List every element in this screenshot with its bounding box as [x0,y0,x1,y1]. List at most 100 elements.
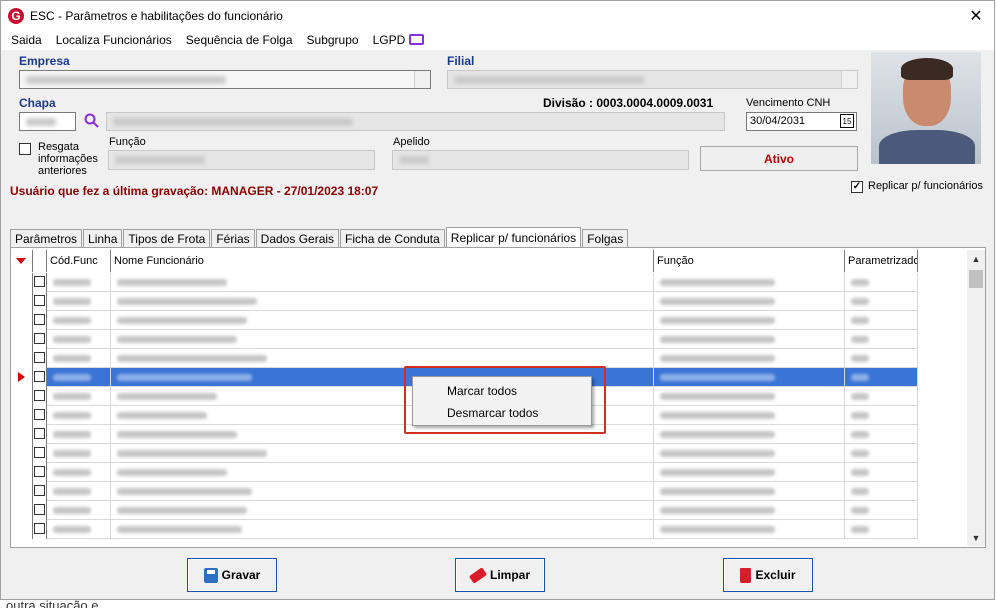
row-checkbox[interactable] [34,504,45,515]
row-checkbox-cell[interactable] [33,520,47,539]
tab-ficha-de-conduta[interactable]: Ficha de Conduta [340,229,445,247]
row-checkbox[interactable] [34,428,45,439]
filial-select[interactable]: ▼ [447,70,858,89]
row-checkbox-cell[interactable] [33,501,47,520]
row-checkbox[interactable] [34,371,45,382]
row-indicator[interactable] [11,520,33,539]
empresa-select[interactable]: ▼ [19,70,431,89]
chevron-down-icon[interactable]: ▼ [414,71,430,88]
row-checkbox-cell[interactable] [33,273,47,292]
table-row[interactable] [11,330,918,349]
scroll-down-icon[interactable]: ▼ [967,529,985,546]
table-row[interactable] [11,311,918,330]
excluir-button[interactable]: Excluir [723,558,813,592]
cell-cod-func [47,387,111,406]
context-item-desmarcar-todos[interactable]: Desmarcar todos [413,403,591,423]
cell-parametrizado [845,368,918,387]
row-indicator[interactable] [11,273,33,292]
menu-localiza-funcionarios[interactable]: Localiza Funcionários [56,33,172,47]
tab-replicar[interactable]: Replicar p/ funcionários [445,227,582,248]
menu-lgpd[interactable]: LGPD [373,33,425,47]
close-button[interactable]: ✕ [966,6,986,26]
row-checkbox[interactable] [34,523,45,534]
vencimento-cnh-input[interactable]: 30/04/2031 15 [746,112,857,131]
row-checkbox[interactable] [34,447,45,458]
table-row[interactable] [11,292,918,311]
chevron-down-icon[interactable]: ▼ [841,71,857,88]
column-nome-funcionario[interactable]: Nome Funcionário [111,250,654,272]
row-indicator[interactable] [11,425,33,444]
resgata-checkbox[interactable] [19,143,31,155]
vencimento-cnh-label: Vencimento CNH [746,97,831,109]
row-indicator[interactable] [11,482,33,501]
chapa-input[interactable] [19,112,76,131]
status-ativo-button[interactable]: Ativo [700,146,858,171]
row-checkbox[interactable] [34,390,45,401]
column-cod-func[interactable]: Cód.Func [47,250,111,272]
gravar-button[interactable]: Gravar [187,558,277,592]
tab-linha[interactable]: Linha [83,229,123,247]
row-checkbox-cell[interactable] [33,463,47,482]
redacted-value [53,279,91,286]
row-checkbox[interactable] [34,466,45,477]
scroll-thumb[interactable] [969,270,983,288]
tab-folgas[interactable]: Folgas [582,229,629,247]
row-indicator[interactable] [11,368,33,387]
row-checkbox[interactable] [34,485,45,496]
table-row[interactable] [11,482,918,501]
row-indicator[interactable] [11,444,33,463]
tab-dados-gerais[interactable]: Dados Gerais [255,229,340,247]
tab-tipos-de-frota[interactable]: Tipos de Frota [123,229,211,247]
row-checkbox-cell[interactable] [33,444,47,463]
menu-saida[interactable]: Saida [11,33,42,47]
tab-parametros[interactable]: Parâmetros [10,229,83,247]
calendar-icon[interactable]: 15 [840,114,854,128]
row-checkbox-cell[interactable] [33,387,47,406]
row-indicator[interactable] [11,292,33,311]
row-checkbox[interactable] [34,352,45,363]
redacted-value [399,156,429,164]
cell-nome-funcionario [111,444,654,463]
row-checkbox[interactable] [34,314,45,325]
row-checkbox-cell[interactable] [33,330,47,349]
table-row[interactable] [11,501,918,520]
menu-sequencia-de-folga[interactable]: Sequência de Folga [186,33,293,47]
row-checkbox-cell[interactable] [33,425,47,444]
row-checkbox-cell[interactable] [33,292,47,311]
cell-parametrizado [845,406,918,425]
check-column-header[interactable] [33,250,47,272]
row-indicator[interactable] [11,463,33,482]
row-checkbox[interactable] [34,409,45,420]
menu-subgrupo[interactable]: Subgrupo [307,33,359,47]
search-icon[interactable] [84,113,100,129]
table-row[interactable] [11,444,918,463]
table-row[interactable] [11,273,918,292]
row-checkbox-cell[interactable] [33,368,47,387]
row-checkbox-cell[interactable] [33,482,47,501]
row-indicator[interactable] [11,349,33,368]
column-parametrizado[interactable]: Parametrizado [845,250,918,272]
context-item-marcar-todos[interactable]: Marcar todos [413,381,591,401]
row-indicator[interactable] [11,311,33,330]
row-checkbox[interactable] [34,276,45,287]
row-checkbox[interactable] [34,295,45,306]
row-indicator[interactable] [11,501,33,520]
scroll-up-icon[interactable]: ▲ [967,250,985,267]
tab-ferias[interactable]: Férias [211,229,255,247]
limpar-button[interactable]: Limpar [455,558,545,592]
table-row[interactable] [11,463,918,482]
row-checkbox-cell[interactable] [33,311,47,330]
vertical-scrollbar[interactable]: ▲ ▼ [967,250,985,546]
row-indicator[interactable] [11,330,33,349]
row-checkbox[interactable] [34,333,45,344]
row-checkbox-cell[interactable] [33,349,47,368]
row-indicator[interactable] [11,387,33,406]
sort-column-header[interactable] [11,250,33,272]
row-indicator[interactable] [11,406,33,425]
column-funcao[interactable]: Função [654,250,845,272]
replicar-checkbox[interactable]: ✓ [851,181,863,193]
cell-cod-func [47,330,111,349]
table-row[interactable] [11,520,918,539]
row-checkbox-cell[interactable] [33,406,47,425]
cell-funcao [654,292,845,311]
